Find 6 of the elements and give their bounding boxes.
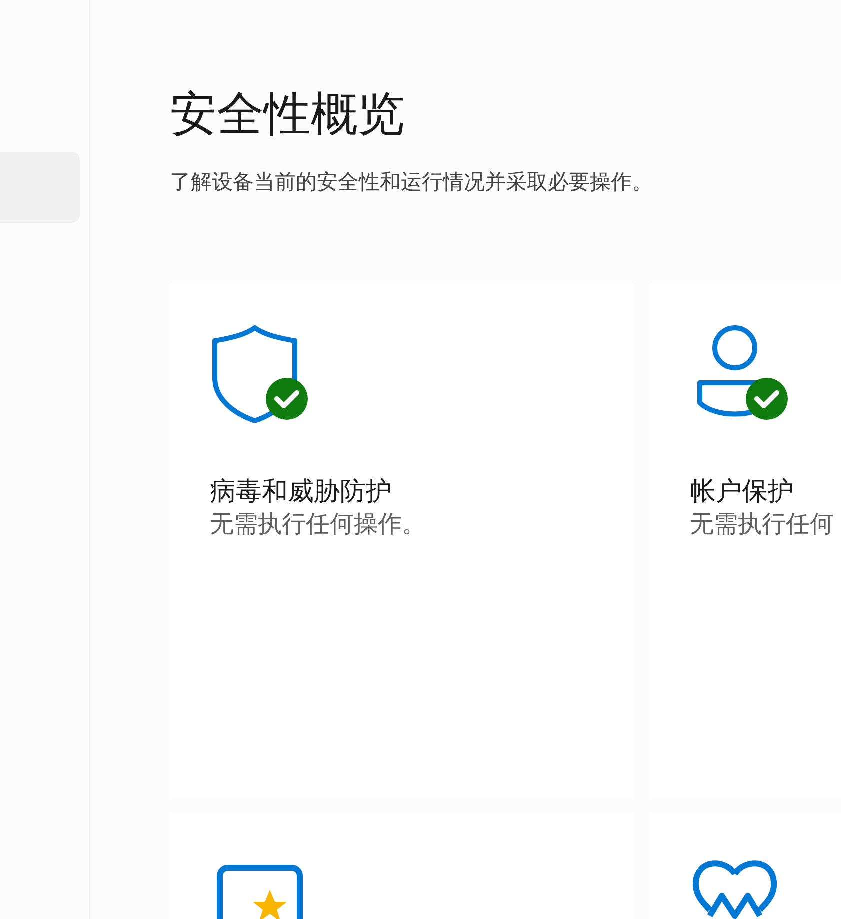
card-title: 病毒和威胁防护 xyxy=(210,475,393,508)
page-description: 了解设备当前的安全性和运行情况并采取必要操作。 xyxy=(170,170,654,196)
card-status-text: 无需执行任何 xyxy=(690,510,835,540)
card-title: 帐户保护 xyxy=(690,475,795,508)
page-title: 安全性概览 xyxy=(170,86,406,142)
card-status-text: 无需执行任何操作。 xyxy=(210,510,427,540)
